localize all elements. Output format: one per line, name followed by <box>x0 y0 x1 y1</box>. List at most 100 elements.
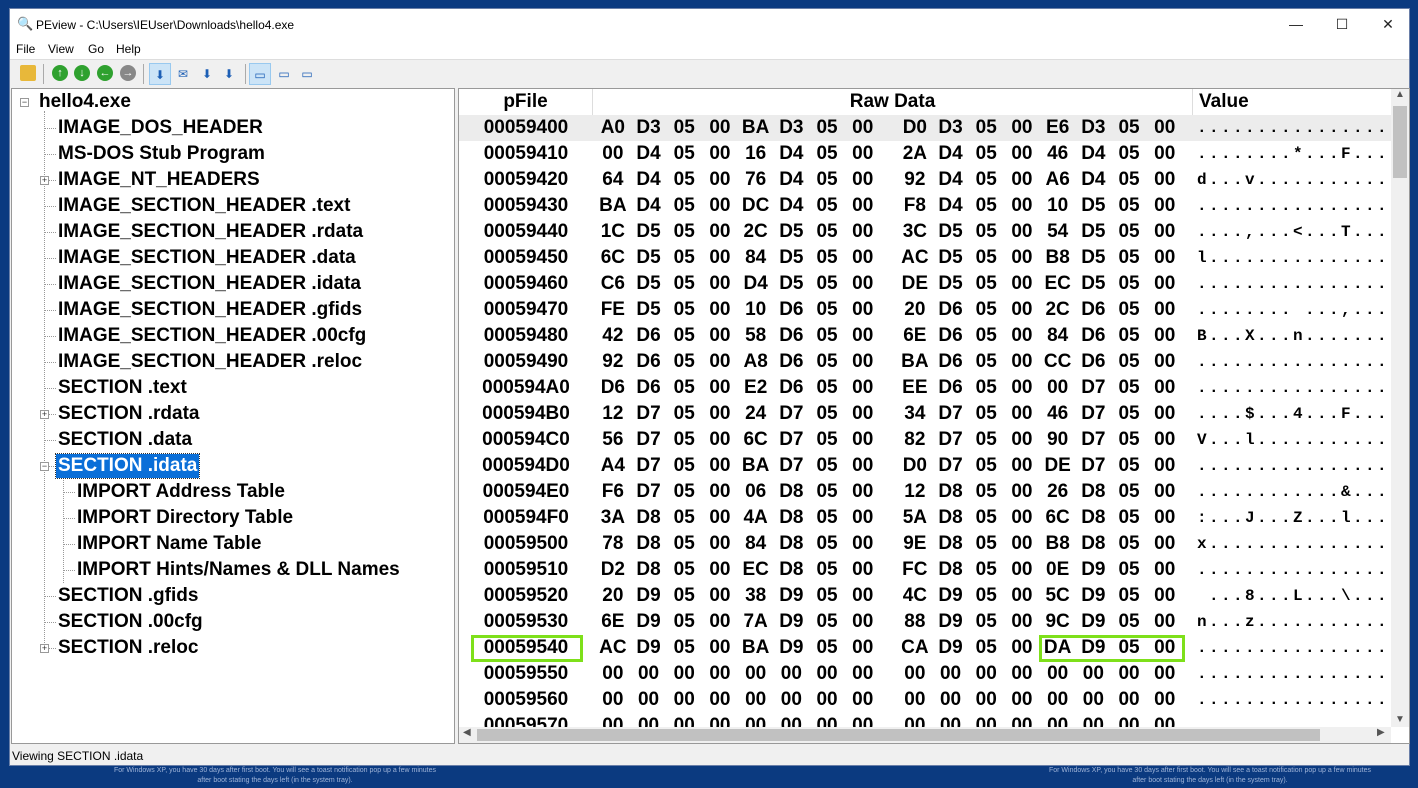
expand-icon[interactable]: + <box>40 176 49 185</box>
table-row[interactable]: 000594C0 56 D7 05 00 6C D7 05 00 82 D7 05 00 90 D7 05 00… <box>459 427 1391 453</box>
byte-cell: BA <box>599 195 627 216</box>
width-16-icon[interactable]: ▭ <box>249 63 271 85</box>
table-row[interactable]: 00059560 00 00 00 00 00 00 00 00 00 00 00 00 00 00 00 00… <box>459 687 1391 713</box>
tree-item[interactable]: MS-DOS Stub Program <box>56 142 267 166</box>
table-row[interactable]: 00059460 C6 D5 05 00 D4 D5 05 00 DE D5 05 00 EC D5 05 00… <box>459 271 1391 297</box>
byte-cell: 05 <box>975 299 997 320</box>
close-button[interactable]: ✕ <box>1365 9 1411 39</box>
table-row[interactable]: 00059520 20 D9 05 00 38 D9 05 00 4C D9 05 00 5C D9 05 00… <box>459 583 1391 609</box>
menu-file[interactable]: File <box>16 42 35 56</box>
column-header-value[interactable]: Value <box>1193 89 1393 115</box>
tree-item[interactable]: SECTION .idata <box>54 453 201 479</box>
table-row[interactable]: 00059400 A0 D3 05 00 BA D3 05 00 D0 D3 05 00 E6 D3 05 00… <box>459 115 1391 141</box>
tree-item[interactable]: IMAGE_SECTION_HEADER .idata <box>56 272 363 296</box>
byte-cell: 05 <box>1118 403 1140 424</box>
byte-cell: 00 <box>1011 403 1033 424</box>
table-row[interactable]: 00059410 00 D4 05 00 16 D4 05 00 2A D4 05 00 46 D4 05 00… <box>459 141 1391 167</box>
forward-icon[interactable]: → <box>120 65 136 81</box>
vertical-scroll-thumb[interactable] <box>1393 106 1407 178</box>
table-row[interactable]: 00059420 64 D4 05 00 76 D4 05 00 92 D4 05 00 A6 D4 05 00… <box>459 167 1391 193</box>
down-icon[interactable]: ↓ <box>74 65 90 81</box>
minimize-button[interactable]: — <box>1273 9 1319 39</box>
tree-item[interactable]: IMAGE_NT_HEADERS <box>56 168 262 192</box>
byte-cell: 00 <box>709 507 731 528</box>
table-row[interactable]: 00059540 AC D9 05 00 BA D9 05 00 CA D9 05 00 DA D9 05 00… <box>459 635 1391 662</box>
byte-cell: D0 <box>902 455 927 476</box>
table-row[interactable]: 00059450 6C D5 05 00 84 D5 05 00 AC D5 05 00 B8 D5 05 00… <box>459 245 1391 271</box>
column-header-pfile[interactable]: pFile <box>459 89 593 115</box>
tree-item[interactable]: SECTION .00cfg <box>56 610 205 634</box>
scroll-left-icon[interactable]: ◀ <box>463 727 471 738</box>
collapse-icon[interactable]: − <box>20 98 29 107</box>
view-qword-icon[interactable]: ⬇ <box>218 63 240 85</box>
collapse-icon[interactable]: − <box>40 462 49 471</box>
tree-item[interactable]: IMAGE_SECTION_HEADER .00cfg <box>56 324 368 348</box>
byte-cell: 38 <box>745 585 767 606</box>
table-row[interactable]: 00059480 42 D6 05 00 58 D6 05 00 6E D6 05 00 84 D6 05 00… <box>459 323 1391 349</box>
view-dword-icon[interactable]: ⬇ <box>196 63 218 85</box>
width-4-icon[interactable]: ▭ <box>296 63 318 85</box>
byte-cell: D9 <box>636 637 661 658</box>
byte-cell: 05 <box>1118 221 1140 242</box>
byte-cell: 00 <box>1011 221 1033 242</box>
tree-item[interactable]: IMPORT Hints/Names & DLL Names <box>75 558 402 582</box>
scroll-up-icon[interactable]: ▲ <box>1391 89 1409 100</box>
tree-item[interactable]: IMAGE_SECTION_HEADER .gfids <box>56 298 364 322</box>
table-row[interactable]: 00059500 78 D8 05 00 84 D8 05 00 9E D8 05 00 B8 D8 05 00… <box>459 531 1391 557</box>
tree-item[interactable]: SECTION .reloc <box>56 636 200 660</box>
tree-item[interactable]: IMPORT Directory Table <box>75 506 295 530</box>
expand-icon[interactable]: + <box>40 644 49 653</box>
menu-view[interactable]: View <box>48 42 74 56</box>
tree-item[interactable]: SECTION .data <box>56 428 194 452</box>
maximize-button[interactable]: ☐ <box>1319 9 1365 39</box>
menu-go[interactable]: Go <box>88 42 104 56</box>
tree-item[interactable]: IMAGE_SECTION_HEADER .data <box>56 246 358 270</box>
table-row[interactable]: 00059440 1C D5 05 00 2C D5 05 00 3C D5 05 00 54 D5 05 00… <box>459 219 1391 245</box>
tree-item[interactable]: hello4.exe <box>37 90 133 114</box>
byte-cell: D3 <box>1081 117 1106 138</box>
view-byte-icon[interactable]: ⬇ <box>149 63 171 85</box>
tree-item[interactable]: IMPORT Address Table <box>75 480 287 504</box>
scroll-right-icon[interactable]: ▶ <box>1377 727 1385 738</box>
up-icon[interactable]: ↑ <box>52 65 68 81</box>
expand-icon[interactable]: + <box>40 410 49 419</box>
table-row[interactable]: 00059550 00 00 00 00 00 00 00 00 00 00 00 00 00 00 00 00… <box>459 661 1391 687</box>
highlight-box <box>1039 635 1185 662</box>
tree-item[interactable]: IMPORT Name Table <box>75 532 263 556</box>
horizontal-scrollbar[interactable]: ◀ ▶ <box>459 727 1391 743</box>
open-icon[interactable] <box>20 65 36 81</box>
back-icon[interactable]: ← <box>97 65 113 81</box>
byte-cell: 00 <box>709 455 731 476</box>
tree-item[interactable]: SECTION .text <box>56 376 189 400</box>
value-cell: ................ <box>1197 665 1390 683</box>
tree-item[interactable]: IMAGE_SECTION_HEADER .rdata <box>56 220 365 244</box>
table-row[interactable]: 000594F0 3A D8 05 00 4A D8 05 00 5A D8 05 00 6C D8 05 00… <box>459 505 1391 531</box>
tree-item[interactable]: IMAGE_DOS_HEADER <box>56 116 265 140</box>
byte-cell: 00 <box>780 689 802 710</box>
tree-item[interactable]: IMAGE_SECTION_HEADER .text <box>56 194 352 218</box>
column-header-raw-data[interactable]: Raw Data <box>593 89 1193 115</box>
byte-cell: D4 <box>938 195 963 216</box>
table-row[interactable]: 00059430 BA D4 05 00 DC D4 05 00 F8 D4 05 00 10 D5 05 00… <box>459 193 1391 219</box>
byte-cell: D5 <box>938 247 963 268</box>
vertical-scrollbar[interactable]: ▲ ▼ <box>1391 89 1409 727</box>
table-row[interactable]: 000594E0 F6 D7 05 00 06 D8 05 00 12 D8 05 00 26 D8 05 00… <box>459 479 1391 505</box>
table-row[interactable]: 00059530 6E D9 05 00 7A D9 05 00 88 D9 05 00 9C D9 05 00… <box>459 609 1391 635</box>
tree-item[interactable]: IMAGE_SECTION_HEADER .reloc <box>56 350 364 374</box>
byte-cell: 00 <box>1154 481 1176 502</box>
tree-item[interactable]: SECTION .gfids <box>56 584 200 608</box>
horizontal-scroll-thumb[interactable] <box>477 729 1320 741</box>
table-row[interactable]: 00059470 FE D5 05 00 10 D6 05 00 20 D6 05 00 2C D6 05 00… <box>459 297 1391 323</box>
byte-cell: D6 <box>938 325 963 346</box>
byte-cell: C6 <box>600 273 625 294</box>
width-8-icon[interactable]: ▭ <box>273 63 295 85</box>
scroll-down-icon[interactable]: ▼ <box>1391 714 1409 725</box>
table-row[interactable]: 00059490 92 D6 05 00 A8 D6 05 00 BA D6 05 00 CC D6 05 00… <box>459 349 1391 375</box>
table-row[interactable]: 000594A0 D6 D6 05 00 E2 D6 05 00 EE D6 05 00 00 D7 05 00… <box>459 375 1391 401</box>
tree-item[interactable]: SECTION .rdata <box>56 402 201 426</box>
view-word-icon[interactable]: ✉ <box>172 63 194 85</box>
table-row[interactable]: 000594D0 A4 D7 05 00 BA D7 05 00 D0 D7 05 00 DE D7 05 00… <box>459 453 1391 479</box>
table-row[interactable]: 00059510 D2 D8 05 00 EC D8 05 00 FC D8 05 00 0E D9 05 00… <box>459 557 1391 583</box>
table-row[interactable]: 000594B0 12 D7 05 00 24 D7 05 00 34 D7 05 00 46 D7 05 00… <box>459 401 1391 427</box>
menu-help[interactable]: Help <box>116 42 141 56</box>
